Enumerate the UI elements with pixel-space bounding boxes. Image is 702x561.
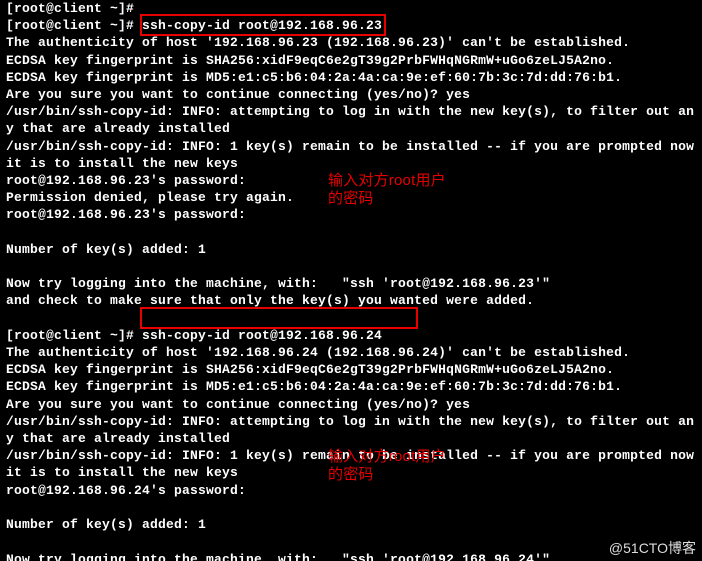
terminal-line: ECDSA key fingerprint is MD5:e1:c5:b6:04… <box>6 379 622 394</box>
terminal-line: The authenticity of host '192.168.96.24 … <box>6 345 630 360</box>
terminal-line: [root@client ~]# <box>6 1 134 16</box>
terminal-line: Permission denied, please try again. <box>6 190 294 205</box>
annotation-line: 输入对方root用户 <box>328 172 446 189</box>
annotation-2: 输入对方root用户 的密码 <box>328 448 446 484</box>
annotation-line: 的密码 <box>328 190 374 207</box>
terminal-line: Number of key(s) added: 1 <box>6 517 206 532</box>
terminal-line: The authenticity of host '192.168.96.23 … <box>6 35 630 50</box>
terminal-line: /usr/bin/ssh-copy-id: INFO: 1 key(s) rem… <box>6 139 702 171</box>
terminal-line: /usr/bin/ssh-copy-id: INFO: attempting t… <box>6 414 694 446</box>
terminal-line: root@192.168.96.24's password: <box>6 483 246 498</box>
watermark: @51CTO博客 <box>609 540 696 557</box>
terminal-line: ECDSA key fingerprint is MD5:e1:c5:b6:04… <box>6 70 622 85</box>
terminal-line: ECDSA key fingerprint is SHA256:xidF9eqC… <box>6 362 614 377</box>
terminal-line: [root@client ~]# ssh-copy-id root@192.16… <box>6 328 382 343</box>
terminal-line: Now try logging into the machine, with: … <box>6 552 550 561</box>
terminal-line: Are you sure you want to continue connec… <box>6 397 470 412</box>
annotation-line: 的密码 <box>328 466 374 483</box>
terminal-line: /usr/bin/ssh-copy-id: INFO: attempting t… <box>6 104 694 136</box>
terminal-line: ECDSA key fingerprint is SHA256:xidF9eqC… <box>6 53 614 68</box>
annotation-1: 输入对方root用户 的密码 <box>328 172 446 208</box>
terminal-line: root@192.168.96.23's password: <box>6 207 246 222</box>
terminal-line: Are you sure you want to continue connec… <box>6 87 470 102</box>
terminal-line: Now try logging into the machine, with: … <box>6 276 550 291</box>
terminal-line: Number of key(s) added: 1 <box>6 242 206 257</box>
terminal-line: root@192.168.96.23's password: <box>6 173 246 188</box>
terminal-line: [root@client ~]# ssh-copy-id root@192.16… <box>6 18 382 33</box>
annotation-line: 输入对方root用户 <box>328 448 446 465</box>
terminal-line: and check to make sure that only the key… <box>6 293 534 308</box>
